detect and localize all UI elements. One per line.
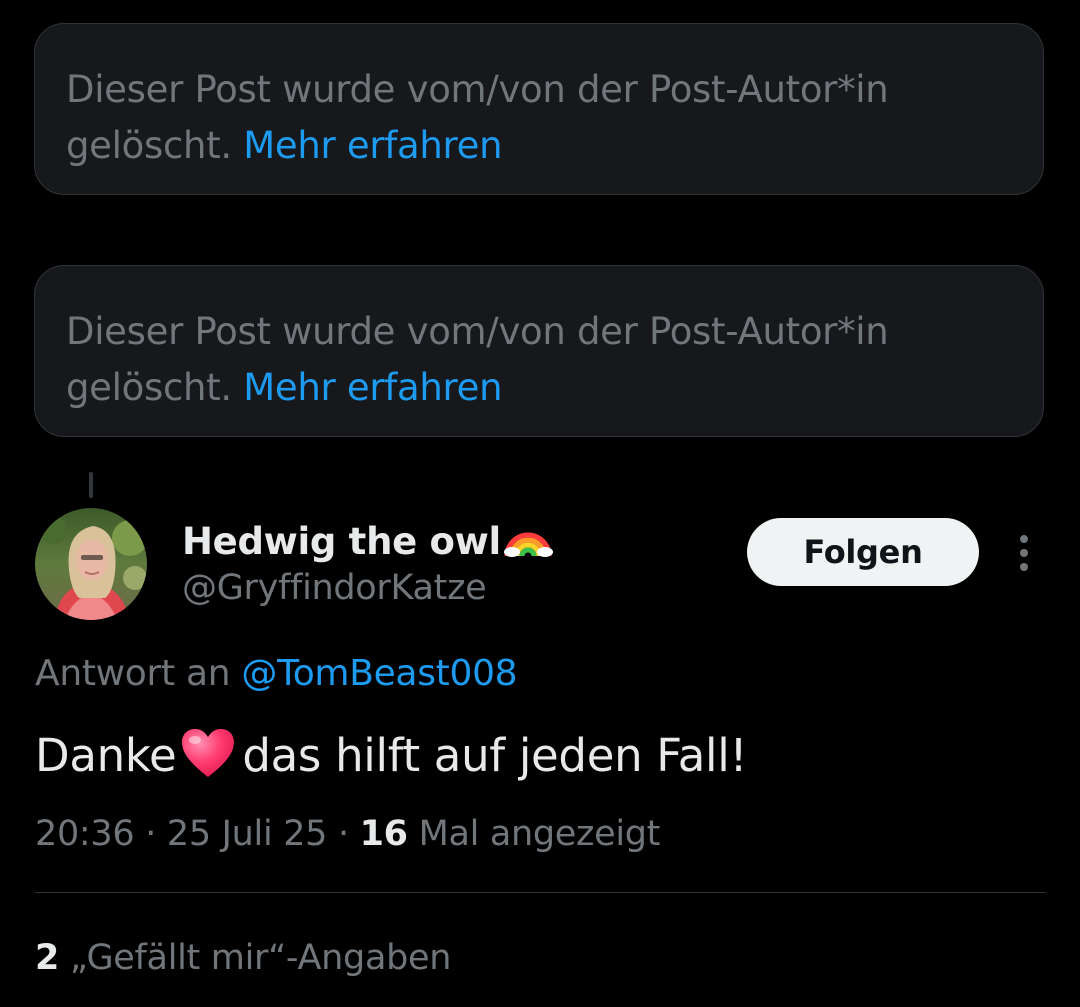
reply-prefix: Antwort an xyxy=(35,653,231,694)
post-date[interactable]: 25 Juli 25 xyxy=(167,814,328,854)
thread-connector-line xyxy=(89,472,93,498)
follow-button[interactable]: Folgen xyxy=(747,518,979,586)
meta-separator: · xyxy=(337,814,349,854)
reply-context: Antwort an @TomBeast008 xyxy=(35,646,518,702)
rainbow-icon xyxy=(503,514,553,572)
learn-more-link[interactable]: Mehr erfahren xyxy=(243,366,502,409)
avatar-image xyxy=(35,508,147,620)
likes-count: 2 xyxy=(35,938,60,978)
deleted-post-card: Dieser Post wurde vom/von der Post-Autor… xyxy=(34,265,1044,437)
reply-mention-link[interactable]: @TomBeast008 xyxy=(241,653,517,694)
post-text: Danke das hilft auf jeden Fall! xyxy=(35,724,747,796)
likes-label: „Gefällt mir“-Angaben xyxy=(69,938,452,978)
post-text-before: Danke xyxy=(35,729,177,782)
heart-icon xyxy=(180,727,236,796)
likes-summary[interactable]: 2 „Gefällt mir“-Angaben xyxy=(35,932,451,984)
more-options-button[interactable] xyxy=(1006,530,1042,576)
meta-separator: · xyxy=(145,814,157,854)
post-detail-page: Dieser Post wurde vom/von der Post-Autor… xyxy=(0,0,1080,1007)
avatar[interactable] xyxy=(35,508,147,620)
deleted-post-card: Dieser Post wurde vom/von der Post-Autor… xyxy=(34,23,1044,195)
author-name-text: Hedwig the owl xyxy=(182,520,501,563)
post-text-after: das hilft auf jeden Fall! xyxy=(242,729,748,782)
divider xyxy=(35,892,1046,893)
learn-more-link[interactable]: Mehr erfahren xyxy=(243,124,502,167)
views-count[interactable]: 16 xyxy=(360,814,408,854)
views-label[interactable]: Mal angezeigt xyxy=(419,814,661,854)
more-vertical-icon xyxy=(1020,535,1028,571)
author-handle[interactable]: @GryffindorKatze xyxy=(182,562,487,614)
post-meta: 20:36 · 25 Juli 25 · 16 Mal angezeigt xyxy=(35,808,660,860)
post-time[interactable]: 20:36 xyxy=(35,814,135,854)
